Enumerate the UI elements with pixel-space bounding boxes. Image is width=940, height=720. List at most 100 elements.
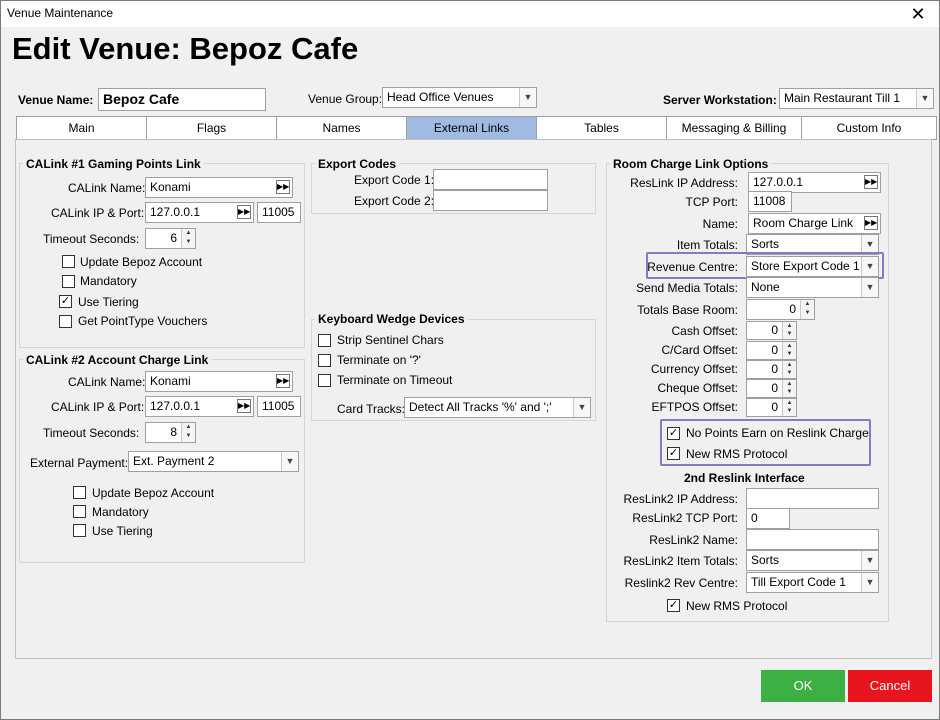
checkbox-use-tiering-2[interactable]	[73, 524, 86, 537]
card-tracks-select[interactable]: Detect All Tracks '%' and ';' ▼	[404, 397, 591, 418]
tab-external-links[interactable]: External Links	[406, 116, 537, 140]
calink1-ip-label: CALink IP & Port:	[51, 206, 145, 220]
export-code2-field[interactable]	[433, 190, 548, 211]
venue-name-field[interactable]: Bepoz Cafe	[98, 88, 266, 111]
tcp-port-field[interactable]: 11008	[748, 191, 792, 212]
cancel-button[interactable]: Cancel	[848, 670, 932, 702]
server-workstation-select[interactable]: Main Restaurant Till 1 ▼	[779, 88, 934, 109]
keyboard-wedge-check-label: Terminate on '?'	[337, 353, 421, 367]
calink2-name-field[interactable]: Konami ▶▶	[145, 371, 293, 392]
export-code1-field[interactable]	[433, 169, 548, 190]
ext-payment-select[interactable]: Ext. Payment 2 ▼	[128, 451, 299, 472]
rl2-port-field[interactable]: 0	[746, 508, 790, 529]
export-code1-label: Export Code 1:	[354, 173, 435, 187]
calink2-ip-field[interactable]: 127.0.0.1 ▶▶	[145, 396, 254, 417]
keyboard-wedge-check-label: Terminate on Timeout	[337, 373, 453, 387]
revenue-centre-select[interactable]: Store Export Code 1 ▼	[746, 256, 879, 277]
spin-arrows-icon[interactable]: ▲ ▼	[782, 361, 796, 378]
cheque-offset-spinner[interactable]: 0 ▲ ▼	[746, 379, 797, 398]
chevron-down-icon[interactable]: ▼	[861, 257, 878, 276]
checkbox-terminate-question[interactable]	[318, 354, 331, 367]
spin-arrows-icon[interactable]: ▲ ▼	[782, 342, 796, 359]
calink2-name-label: CALink Name:	[68, 375, 146, 389]
spin-arrows-icon[interactable]: ▲ ▼	[181, 229, 195, 248]
calink2-port-field[interactable]: 11005	[257, 396, 301, 417]
reslink-ip-value: 127.0.0.1	[753, 175, 804, 189]
card-tracks-label: Card Tracks:	[337, 402, 406, 416]
card-tracks-value: Detect All Tracks '%' and ';'	[409, 400, 552, 414]
spin-arrows-icon[interactable]: ▲ ▼	[782, 322, 796, 339]
fast-forward-icon[interactable]: ▶▶	[276, 374, 290, 388]
totals-base-room-spinner[interactable]: 0 ▲ ▼	[746, 299, 815, 320]
eftpos-offset-value: 0	[771, 400, 778, 414]
calink1-ip-field[interactable]: 127.0.0.1 ▶▶	[145, 202, 254, 223]
tab-tables[interactable]: Tables	[536, 116, 667, 140]
fast-forward-icon[interactable]: ▶▶	[276, 180, 290, 194]
reslink-ip-field[interactable]: 127.0.0.1 ▶▶	[748, 172, 881, 193]
ccard-offset-label: C/Card Offset:	[661, 343, 738, 357]
chevron-down-icon[interactable]: ▼	[861, 278, 878, 297]
chevron-down-icon[interactable]: ▼	[573, 398, 590, 417]
tcp-port-label: TCP Port:	[685, 195, 738, 209]
rl2-item-totals-label: ResLink2 Item Totals:	[623, 554, 739, 568]
room-charge-title: Room Charge Link Options	[610, 157, 772, 171]
rc-name-field[interactable]: Room Charge Link ▶▶	[748, 213, 881, 234]
send-media-label: Send Media Totals:	[636, 281, 738, 295]
revenue-centre-value: Store Export Code 1	[751, 259, 860, 273]
tab-names[interactable]: Names	[276, 116, 407, 140]
eftpos-offset-spinner[interactable]: 0 ▲ ▼	[746, 398, 797, 417]
rl2-ip-field[interactable]	[746, 488, 879, 509]
rl2-rev-centre-select[interactable]: Till Export Code 1 ▼	[746, 572, 879, 593]
checkbox-terminate-timeout[interactable]	[318, 374, 331, 387]
checkbox-mandatory[interactable]	[62, 275, 75, 288]
venue-group-label: Venue Group:	[308, 92, 383, 106]
currency-offset-spinner[interactable]: 0 ▲ ▼	[746, 360, 797, 379]
cash-offset-spinner[interactable]: 0 ▲ ▼	[746, 321, 797, 340]
chevron-down-icon[interactable]: ▼	[861, 551, 878, 570]
checkbox-mandatory-2[interactable]	[73, 505, 86, 518]
calink1-timeout-spinner[interactable]: 6 ▲ ▼	[145, 228, 196, 249]
venue-group-select[interactable]: Head Office Venues ▼	[382, 87, 537, 108]
ccard-offset-spinner[interactable]: 0 ▲ ▼	[746, 341, 797, 360]
rl2-item-totals-select[interactable]: Sorts ▼	[746, 550, 879, 571]
ext-payment-label: External Payment:	[30, 456, 129, 470]
calink2-timeout-spinner[interactable]: 8 ▲ ▼	[145, 422, 196, 443]
chevron-down-icon[interactable]: ▼	[519, 88, 536, 107]
chevron-down-icon[interactable]: ▼	[861, 573, 878, 592]
rl2-name-field[interactable]	[746, 529, 879, 550]
spin-arrows-icon[interactable]: ▲ ▼	[800, 300, 814, 319]
spin-arrows-icon[interactable]: ▲ ▼	[782, 380, 796, 397]
checkbox-strip-sentinel-chars[interactable]	[318, 334, 331, 347]
checkbox-get-pointtype-vouchers[interactable]	[59, 315, 72, 328]
calink1-port-field[interactable]: 11005	[257, 202, 301, 223]
checkbox-no-points-earn[interactable]: ✓	[667, 427, 680, 440]
checkbox-new-rms-protocol[interactable]: ✓	[667, 447, 680, 460]
calink1-name-field[interactable]: Konami ▶▶	[145, 177, 293, 198]
checkbox-update-bepoz-account-2[interactable]	[73, 486, 86, 499]
tab-main[interactable]: Main	[16, 116, 147, 140]
fast-forward-icon[interactable]: ▶▶	[864, 175, 878, 189]
checkbox-rl2-new-rms-protocol[interactable]: ✓	[667, 599, 680, 612]
tab-messaging-billing[interactable]: Messaging & Billing	[666, 116, 802, 140]
calink2-name-value: Konami	[150, 374, 191, 388]
calink2-check-label: Update Bepoz Account	[92, 486, 215, 500]
spin-arrows-icon[interactable]: ▲ ▼	[782, 399, 796, 416]
send-media-select[interactable]: None ▼	[746, 277, 879, 298]
fast-forward-icon[interactable]: ▶▶	[237, 399, 251, 413]
calink1-name-value: Konami	[150, 180, 191, 194]
checkbox-use-tiering[interactable]: ✓	[59, 295, 72, 308]
fast-forward-icon[interactable]: ▶▶	[864, 216, 878, 230]
page-title: Edit Venue: Bepoz Cafe	[12, 31, 359, 66]
tab-custom-info[interactable]: Custom Info	[801, 116, 937, 140]
rl2-name-label: ResLink2 Name:	[649, 533, 738, 547]
fast-forward-icon[interactable]: ▶▶	[237, 205, 251, 219]
tab-flags[interactable]: Flags	[146, 116, 277, 140]
close-icon[interactable]: ✕	[903, 3, 933, 25]
chevron-down-icon[interactable]: ▼	[916, 89, 933, 108]
checkbox-update-bepoz-account[interactable]	[62, 255, 75, 268]
ok-button[interactable]: OK	[761, 670, 845, 702]
spin-arrows-icon[interactable]: ▲ ▼	[181, 423, 195, 442]
chevron-down-icon[interactable]: ▼	[281, 452, 298, 471]
server-workstation-value: Main Restaurant Till 1	[784, 91, 901, 105]
revenue-centre-label: Revenue Centre:	[647, 260, 738, 274]
